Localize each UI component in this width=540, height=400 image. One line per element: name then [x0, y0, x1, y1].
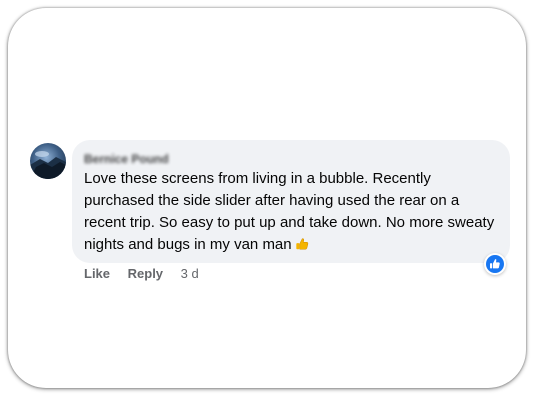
reply-button[interactable]: Reply [128, 266, 163, 281]
like-reaction-badge[interactable] [484, 253, 506, 275]
avatar[interactable] [30, 143, 66, 179]
avatar-image [30, 151, 66, 179]
comment-text: Love these screens from living in a bubb… [84, 170, 495, 253]
like-reaction-icon [486, 255, 504, 273]
comment-author-name[interactable]: Bernice Pound [84, 152, 169, 166]
comment-body: Love these screens from living in a bubb… [84, 168, 502, 256]
comment-actions: Like Reply 3 d [84, 266, 199, 281]
comment-timestamp[interactable]: 3 d [181, 266, 199, 281]
thumbs-up-emoji-icon [295, 238, 308, 250]
thumbs-up-icon [490, 259, 500, 269]
like-button[interactable]: Like [84, 266, 110, 281]
page: Bernice Pound Love these screens from li… [0, 0, 540, 400]
